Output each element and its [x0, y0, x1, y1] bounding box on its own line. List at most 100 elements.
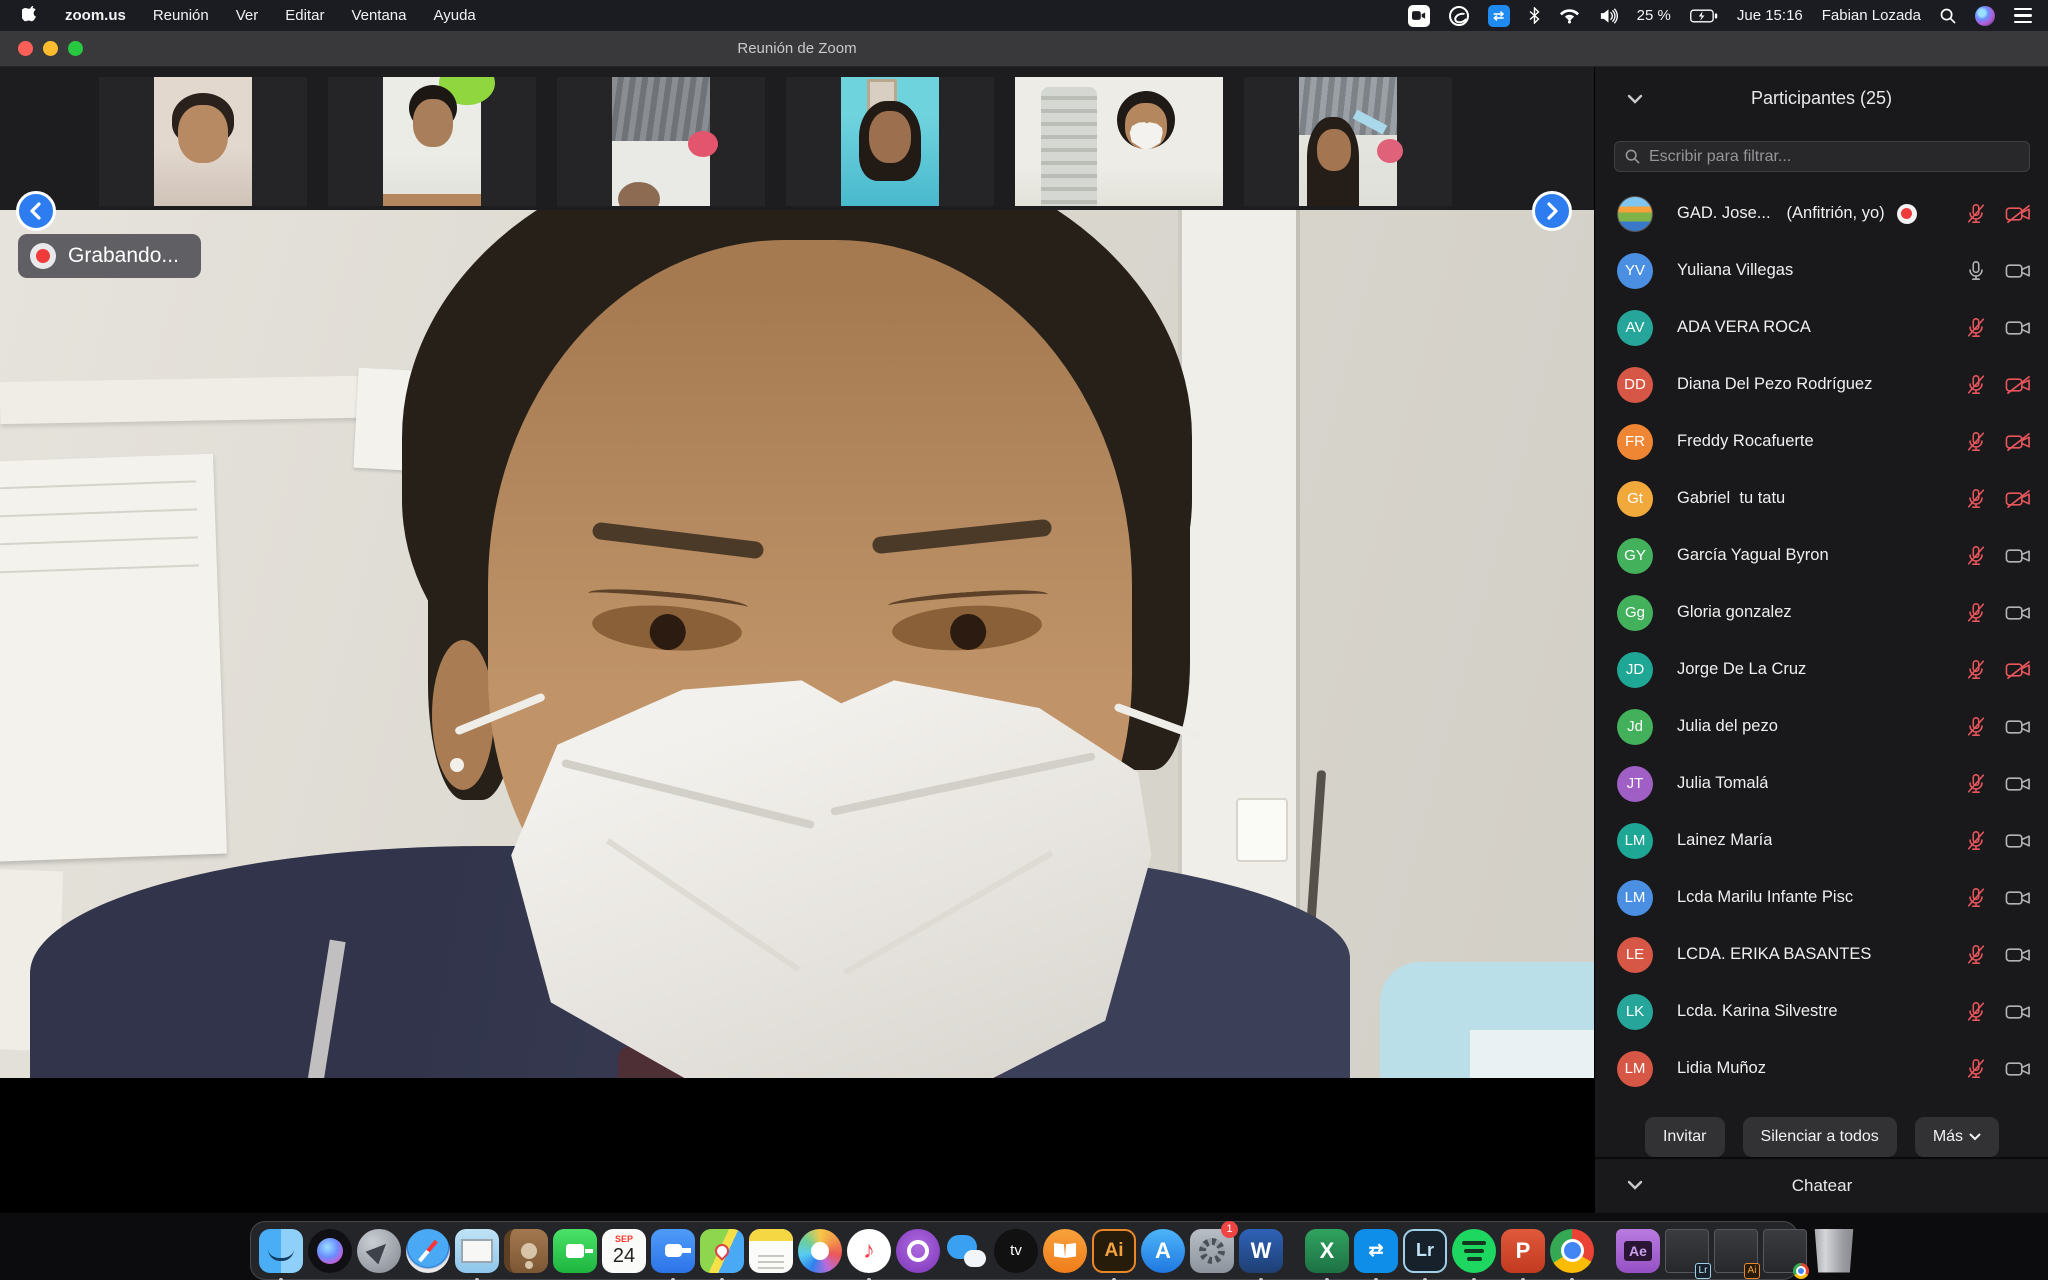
dock-item-sysprefs[interactable]: 1	[1190, 1225, 1234, 1277]
mic-muted-icon[interactable]	[1965, 715, 1987, 738]
participant-row[interactable]: GAD. Jose...(Anfitrión, yo)	[1595, 185, 2048, 242]
control-center-list-icon[interactable]	[2014, 8, 2032, 23]
mic-muted-icon[interactable]	[1965, 943, 1987, 966]
dock-item-podcasts[interactable]	[896, 1225, 940, 1277]
participant-row[interactable]: YVYuliana Villegas	[1595, 242, 2048, 299]
mic-muted-icon[interactable]	[1965, 1057, 1987, 1080]
camera-on-icon[interactable]	[2005, 260, 2031, 282]
dock-item-contacts[interactable]	[504, 1225, 548, 1277]
screen-record-status-icon[interactable]	[1408, 5, 1430, 27]
teamviewer-status-icon[interactable]: ⇄	[1488, 5, 1510, 27]
participant-row[interactable]: GtGabriel tu tatu	[1595, 470, 2048, 527]
dock-item-appstore[interactable]: A	[1141, 1225, 1185, 1277]
volume-icon[interactable]	[1599, 8, 1618, 24]
dock-item-spotify[interactable]	[1452, 1225, 1496, 1277]
dock-item-excel[interactable]: X	[1305, 1225, 1349, 1277]
menu-ventana[interactable]: Ventana	[351, 7, 406, 24]
participant-video-thumbnail[interactable]	[612, 77, 710, 206]
dock-item-finder[interactable]	[259, 1225, 303, 1277]
dock-item-zoom[interactable]	[651, 1225, 695, 1277]
participant-row[interactable]: LMLidia Muñoz	[1595, 1040, 2048, 1097]
mic-muted-icon[interactable]	[1965, 544, 1987, 567]
menu-ayuda[interactable]: Ayuda	[434, 7, 476, 24]
dock-item-siri[interactable]	[308, 1225, 352, 1277]
participant-video-thumbnail[interactable]	[841, 77, 939, 206]
menu-app-name[interactable]: zoom.us	[65, 7, 126, 24]
mute-all-button[interactable]: Silenciar a todos	[1743, 1117, 1897, 1157]
participant-video-thumbnail[interactable]	[1299, 77, 1397, 206]
dock-item-minimized-window-lr[interactable]: Lr	[1665, 1225, 1709, 1277]
dock-item-facetime[interactable]	[553, 1225, 597, 1277]
dock-item-trash[interactable]	[1812, 1225, 1856, 1277]
collapse-participants-icon[interactable]	[1627, 91, 1643, 109]
invite-button[interactable]: Invitar	[1645, 1117, 1725, 1157]
dock-item-mail[interactable]	[455, 1225, 499, 1277]
camera-on-icon[interactable]	[2005, 545, 2031, 567]
camera-on-icon[interactable]	[2005, 1001, 2031, 1023]
siri-icon[interactable]	[1975, 6, 1995, 26]
participant-row[interactable]: LKLcda. Karina Silvestre	[1595, 983, 2048, 1040]
participant-video-thumbnail[interactable]	[154, 77, 252, 206]
mic-muted-icon[interactable]	[1965, 316, 1987, 339]
participant-row[interactable]: JTJulia Tomalá	[1595, 755, 2048, 812]
camera-on-icon[interactable]	[2005, 716, 2031, 738]
camera-on-icon[interactable]	[2005, 1058, 2031, 1080]
camera-off-icon[interactable]	[2005, 203, 2031, 225]
camera-on-icon[interactable]	[2005, 887, 2031, 909]
dock-item-safari[interactable]	[406, 1225, 450, 1277]
camera-on-icon[interactable]	[2005, 773, 2031, 795]
dock-item-teamviewer[interactable]: ⇄	[1354, 1225, 1398, 1277]
dock-item-photos[interactable]	[798, 1225, 842, 1277]
dock-item-messages[interactable]	[945, 1225, 989, 1277]
chat-section-header[interactable]: Chatear	[1595, 1157, 2048, 1213]
dock-item-illustrator[interactable]: Ai	[1092, 1225, 1136, 1277]
mic-muted-icon[interactable]	[1965, 487, 1987, 510]
video-thumbnail-cell[interactable]	[786, 77, 994, 206]
participant-video-thumbnail[interactable]	[1015, 77, 1223, 206]
camera-off-icon[interactable]	[2005, 488, 2031, 510]
mic-muted-icon[interactable]	[1965, 202, 1987, 225]
mic-muted-icon[interactable]	[1965, 1000, 1987, 1023]
camera-off-icon[interactable]	[2005, 659, 2031, 681]
participant-row[interactable]: LMLcda Marilu Infante Pisc	[1595, 869, 2048, 926]
participant-video-thumbnail[interactable]	[383, 77, 481, 206]
video-thumbnail-cell[interactable]	[557, 77, 765, 206]
camera-off-icon[interactable]	[2005, 431, 2031, 453]
wifi-icon[interactable]	[1559, 8, 1580, 24]
dock-item-word[interactable]: W	[1239, 1225, 1283, 1277]
mic-muted-icon[interactable]	[1965, 373, 1987, 396]
mic-muted-icon[interactable]	[1965, 829, 1987, 852]
dock-item-powerpoint[interactable]: P	[1501, 1225, 1545, 1277]
camera-on-icon[interactable]	[2005, 602, 2031, 624]
mic-muted-icon[interactable]	[1965, 430, 1987, 453]
spotlight-icon[interactable]	[1940, 8, 1956, 24]
dock-item-music[interactable]: ♪	[847, 1225, 891, 1277]
previous-page-button[interactable]	[16, 191, 56, 231]
menu-reunion[interactable]: Reunión	[153, 7, 209, 24]
adobe-cc-status-icon[interactable]	[1449, 6, 1469, 26]
participant-row[interactable]: LELCDA. ERIKA BASANTES	[1595, 926, 2048, 983]
participant-row[interactable]: JDJorge De La Cruz	[1595, 641, 2048, 698]
participant-row[interactable]: FRFreddy Rocafuerte	[1595, 413, 2048, 470]
camera-on-icon[interactable]	[2005, 830, 2031, 852]
video-thumbnail-cell[interactable]	[1244, 77, 1452, 206]
dock-item-appletv[interactable]: tv	[994, 1225, 1038, 1277]
participant-row[interactable]: GYGarcía Yagual Byron	[1595, 527, 2048, 584]
dock-item-notes[interactable]	[749, 1225, 793, 1277]
next-page-button[interactable]	[1532, 191, 1572, 231]
participant-row[interactable]: JdJulia del pezo	[1595, 698, 2048, 755]
camera-on-icon[interactable]	[2005, 317, 2031, 339]
video-thumbnail-cell[interactable]	[328, 77, 536, 206]
mic-muted-icon[interactable]	[1965, 772, 1987, 795]
video-thumbnail-cell[interactable]	[1015, 77, 1223, 206]
menu-clock[interactable]: Jue 15:16	[1737, 7, 1803, 24]
more-button[interactable]: Más	[1915, 1117, 1999, 1157]
mic-muted-icon[interactable]	[1965, 886, 1987, 909]
dock-item-minimized-window-ch[interactable]	[1763, 1225, 1807, 1277]
mic-on-icon[interactable]	[1965, 259, 1987, 282]
participant-row[interactable]: DDDiana Del Pezo Rodríguez	[1595, 356, 2048, 413]
apple-menu-icon[interactable]	[22, 6, 38, 25]
participant-row[interactable]: LMLainez María	[1595, 812, 2048, 869]
menu-user-name[interactable]: Fabian Lozada	[1822, 7, 1921, 24]
participant-row[interactable]: GgGloria gonzalez	[1595, 584, 2048, 641]
